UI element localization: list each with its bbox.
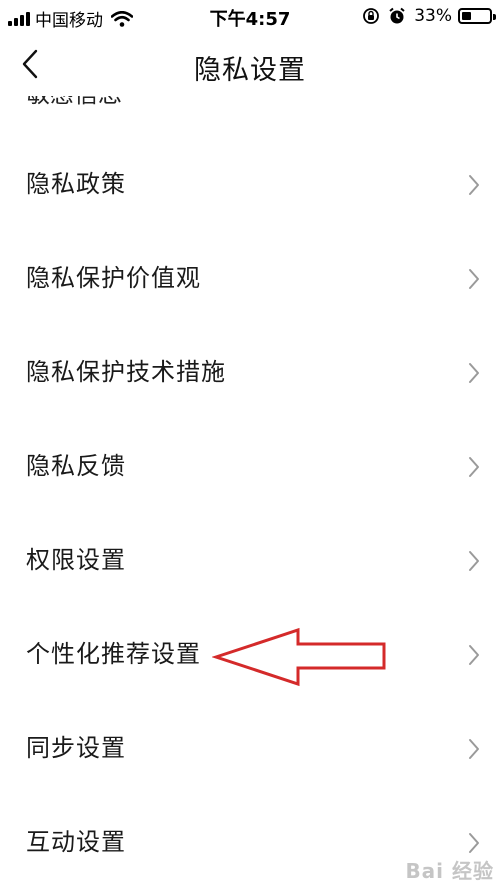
chevron-right-icon — [469, 269, 479, 289]
chevron-right-icon — [469, 645, 479, 665]
status-bar: 中国移动 下午4:57 33% — [0, 0, 500, 34]
item-label: 权限设置 — [26, 546, 126, 574]
status-right: 33% — [362, 6, 496, 26]
privacy-settings-screen: 中国移动 下午4:57 33% 隐私设置 隐私政策 隐私保护价值观 隐私保护技术… — [0, 0, 500, 888]
list-item-privacy-feedback[interactable]: 隐私反馈 — [0, 420, 500, 514]
rotation-lock-icon — [363, 8, 380, 24]
item-label: 个性化推荐设置 — [26, 640, 201, 668]
item-label: 隐私政策 — [26, 170, 126, 198]
chevron-right-icon — [469, 457, 479, 477]
list-item-privacy-tech-measures[interactable]: 隐私保护技术措施 — [0, 326, 500, 420]
list-item-permission-settings[interactable]: 权限设置 — [0, 514, 500, 608]
page-title: 隐私设置 — [194, 55, 306, 86]
battery-tip — [493, 14, 496, 20]
annotation-arrow-icon — [212, 627, 386, 687]
watermark: Bai 经验 — [405, 859, 494, 883]
partial-item-label: 敏感信息 — [26, 96, 122, 106]
battery-percent: 33% — [414, 6, 452, 26]
chevron-right-icon — [469, 833, 479, 853]
chevron-right-icon — [469, 739, 479, 759]
partial-list-item[interactable]: 敏感信息 — [26, 96, 122, 118]
item-label: 同步设置 — [26, 734, 126, 762]
item-label: 隐私保护价值观 — [26, 264, 201, 292]
chevron-right-icon — [469, 363, 479, 383]
list-item-sync-settings[interactable]: 同步设置 — [0, 702, 500, 796]
list-item-privacy-policy[interactable]: 隐私政策 — [0, 138, 500, 232]
chevron-right-icon — [469, 551, 479, 571]
list-item-privacy-values[interactable]: 隐私保护价值观 — [0, 232, 500, 326]
nav-bar: 隐私设置 — [0, 34, 500, 96]
item-label: 互动设置 — [26, 828, 126, 856]
battery-icon — [458, 8, 496, 24]
battery-fill — [462, 12, 471, 20]
item-label: 隐私反馈 — [26, 452, 126, 480]
alarm-icon — [389, 7, 405, 24]
settings-list: 隐私政策 隐私保护价值观 隐私保护技术措施 隐私反馈 权限设置 个性化推荐设置 … — [0, 138, 500, 888]
item-label: 隐私保护技术措施 — [26, 358, 226, 386]
chevron-right-icon — [469, 175, 479, 195]
